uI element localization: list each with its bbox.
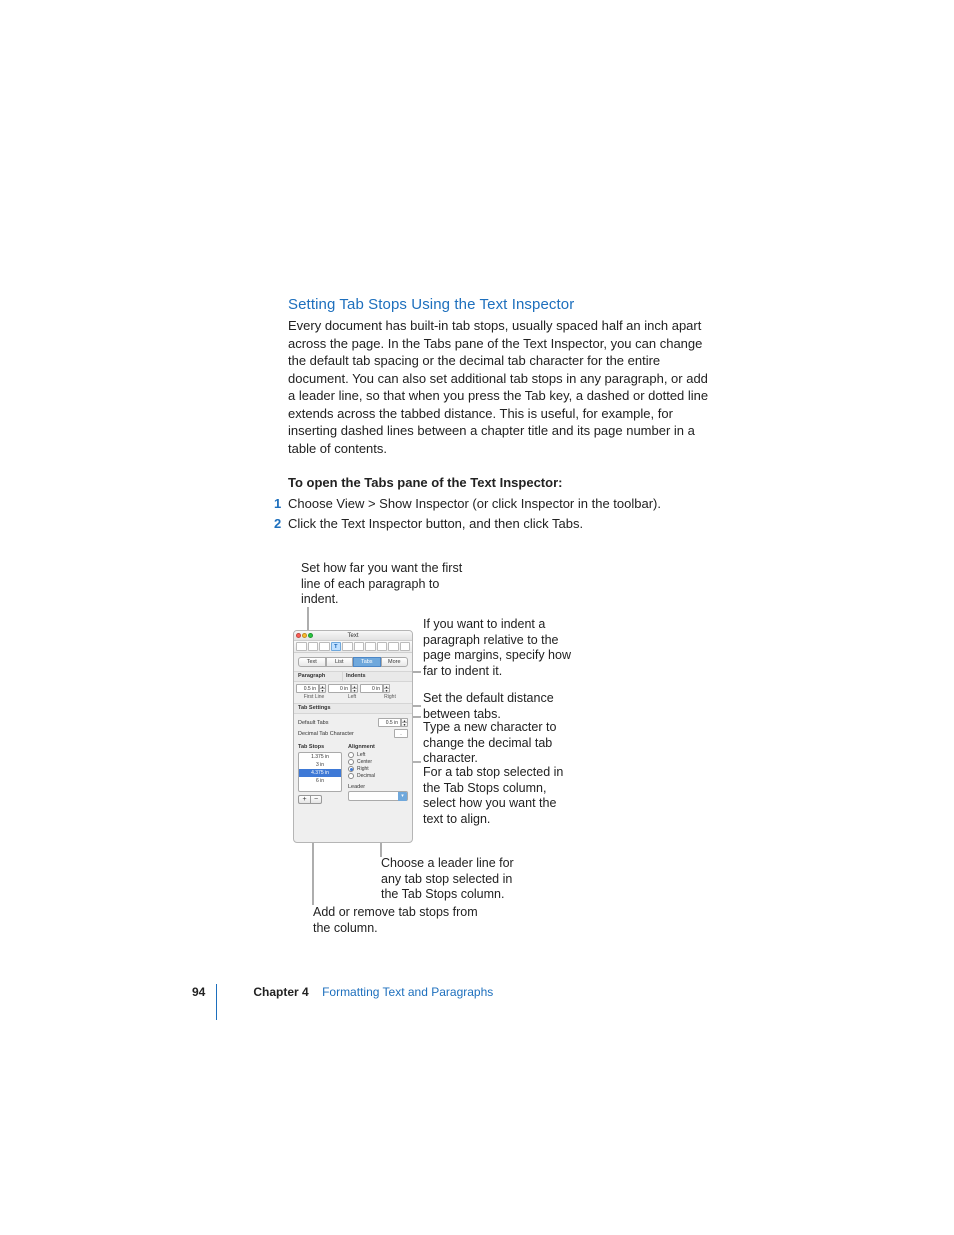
step-number: 2: [274, 514, 281, 534]
stepper-down-icon[interactable]: ▾: [319, 688, 326, 693]
radio-icon[interactable]: [348, 752, 354, 758]
callout-default-tabs: Set the default distance between tabs.: [423, 691, 573, 722]
tab-stops-heading: Tab Stops: [298, 744, 342, 750]
step-1: 1Choose View > Show Inspector (or click …: [288, 494, 718, 514]
steps-list: 1Choose View > Show Inspector (or click …: [288, 494, 718, 533]
window-title: Text: [347, 633, 358, 639]
align-option-label: Center: [357, 759, 372, 765]
intro-paragraph: Every document has built-in tab stops, u…: [288, 317, 718, 457]
tab-stop-item-selected[interactable]: 4.375 in: [299, 769, 341, 777]
align-right-option[interactable]: Right: [348, 766, 408, 772]
left-label: Left: [334, 694, 370, 700]
decimal-char-label: Decimal Tab Character: [298, 731, 354, 737]
inspector-icon-row: T: [294, 641, 412, 653]
tabstops-columns: Tab Stops 1.375 in 3 in 4.375 in 6 in + …: [294, 744, 412, 804]
align-decimal-option[interactable]: Decimal: [348, 773, 408, 779]
window-titlebar: Text: [294, 631, 412, 641]
default-tabs-value[interactable]: 0.5 in: [378, 718, 401, 727]
paragraph-heading: Paragraph: [298, 672, 343, 681]
tab-stop-item[interactable]: 1.375 in: [299, 753, 341, 761]
first-line-value[interactable]: 0.5 in: [296, 684, 319, 693]
chart-inspector-icon[interactable]: [377, 642, 388, 651]
document-inspector-icon[interactable]: [296, 642, 307, 651]
callout-leader: Choose a leader line for any tab stop se…: [381, 856, 531, 903]
tab-stop-item[interactable]: 3 in: [299, 761, 341, 769]
text-inspector-panel: Text T Text List Tabs More: [293, 630, 413, 843]
subtab-text[interactable]: Text: [298, 657, 326, 667]
section-heading: Setting Tab Stops Using the Text Inspect…: [288, 296, 718, 313]
remove-tab-stop-button[interactable]: −: [310, 795, 322, 804]
align-center-option[interactable]: Center: [348, 759, 408, 765]
metrics-inspector-icon[interactable]: [354, 642, 365, 651]
indents-heading: Indents: [343, 672, 366, 681]
alignment-heading: Alignment: [348, 744, 408, 750]
default-tabs-label: Default Tabs: [298, 720, 328, 726]
wrap-inspector-icon[interactable]: [319, 642, 330, 651]
align-option-label: Decimal: [357, 773, 375, 779]
radio-icon[interactable]: [348, 773, 354, 779]
subtab-tabs[interactable]: Tabs: [353, 657, 381, 667]
howto-heading: To open the Tabs pane of the Text Inspec…: [288, 475, 718, 490]
step-text: Click the Text Inspector button, and the…: [288, 516, 583, 531]
stepper-down-icon[interactable]: ▾: [383, 688, 390, 693]
page-footer: 94 Chapter 4 Formatting Text and Paragra…: [192, 985, 752, 999]
decimal-char-field[interactable]: .: [394, 729, 408, 738]
left-indent-value[interactable]: 0 in: [328, 684, 351, 693]
subtab-more[interactable]: More: [381, 657, 409, 667]
stepper-down-icon[interactable]: ▾: [351, 688, 358, 693]
document-page: Setting Tab Stops Using the Text Inspect…: [0, 0, 954, 1235]
dropdown-icon[interactable]: ▾: [398, 792, 407, 801]
indents-labels: First Line Left Right: [294, 694, 412, 703]
tab-stop-item[interactable]: 6 in: [299, 777, 341, 785]
add-tab-stop-button[interactable]: +: [298, 795, 310, 804]
diagram: Set how far you want the first line of e…: [288, 555, 718, 955]
right-label: Right: [372, 694, 408, 700]
close-dot-icon[interactable]: [296, 633, 301, 638]
callout-alignment: For a tab stop selected in the Tab Stops…: [423, 765, 573, 828]
page-number: 94: [192, 985, 205, 999]
tab-settings-body: Default Tabs 0.5 in ▴▾ Decimal Tab Chara…: [294, 714, 412, 744]
default-tabs-stepper[interactable]: 0.5 in ▴▾: [378, 718, 408, 727]
chapter-line: Chapter 4 Formatting Text and Paragraphs: [253, 985, 493, 999]
callout-first-line-indent: Set how far you want the first line of e…: [301, 561, 471, 608]
tab-stops-list[interactable]: 1.375 in 3 in 4.375 in 6 in: [298, 752, 342, 792]
stepper-down-icon[interactable]: ▾: [401, 722, 408, 727]
quicktime-inspector-icon[interactable]: [400, 642, 411, 651]
chapter-title: Formatting Text and Paragraphs: [322, 985, 493, 999]
text-inspector-icon[interactable]: T: [331, 642, 342, 651]
graphic-inspector-icon[interactable]: [342, 642, 353, 651]
link-inspector-icon[interactable]: [388, 642, 399, 651]
first-line-stepper[interactable]: 0.5 in ▴▾: [296, 684, 326, 693]
table-inspector-icon[interactable]: [365, 642, 376, 651]
traffic-lights: [296, 633, 313, 638]
paragraph-indents-header: Paragraph Indents: [294, 671, 412, 682]
first-line-label: First Line: [296, 694, 332, 700]
layout-inspector-icon[interactable]: [308, 642, 319, 651]
subtab-list[interactable]: List: [326, 657, 354, 667]
align-option-label: Right: [357, 766, 369, 772]
callout-add-remove: Add or remove tab stops from the column.: [313, 905, 488, 936]
step-2: 2Click the Text Inspector button, and th…: [288, 514, 718, 534]
right-indent-stepper[interactable]: 0 in ▴▾: [360, 684, 390, 693]
right-indent-value[interactable]: 0 in: [360, 684, 383, 693]
callout-decimal-char: Type a new character to change the decim…: [423, 720, 573, 767]
subtab-row: Text List Tabs More: [298, 657, 408, 667]
main-content: Setting Tab Stops Using the Text Inspect…: [288, 296, 718, 533]
align-option-label: Left: [357, 752, 365, 758]
chapter-label: Chapter 4: [253, 985, 308, 999]
minimize-dot-icon[interactable]: [302, 633, 307, 638]
radio-icon[interactable]: [348, 759, 354, 765]
step-text: Choose View > Show Inspector (or click I…: [288, 496, 661, 511]
leader-label: Leader: [348, 784, 408, 790]
radio-selected-icon[interactable]: [348, 766, 354, 772]
tab-settings-header: Tab Settings: [294, 703, 412, 714]
leader-select[interactable]: ▾: [348, 791, 408, 801]
left-indent-stepper[interactable]: 0 in ▴▾: [328, 684, 358, 693]
step-number: 1: [274, 494, 281, 514]
indents-row: 0.5 in ▴▾ 0 in ▴▾ 0 in ▴▾: [294, 682, 412, 694]
callout-paragraph-indent: If you want to indent a paragraph relati…: [423, 617, 573, 680]
zoom-dot-icon[interactable]: [308, 633, 313, 638]
align-left-option[interactable]: Left: [348, 752, 408, 758]
